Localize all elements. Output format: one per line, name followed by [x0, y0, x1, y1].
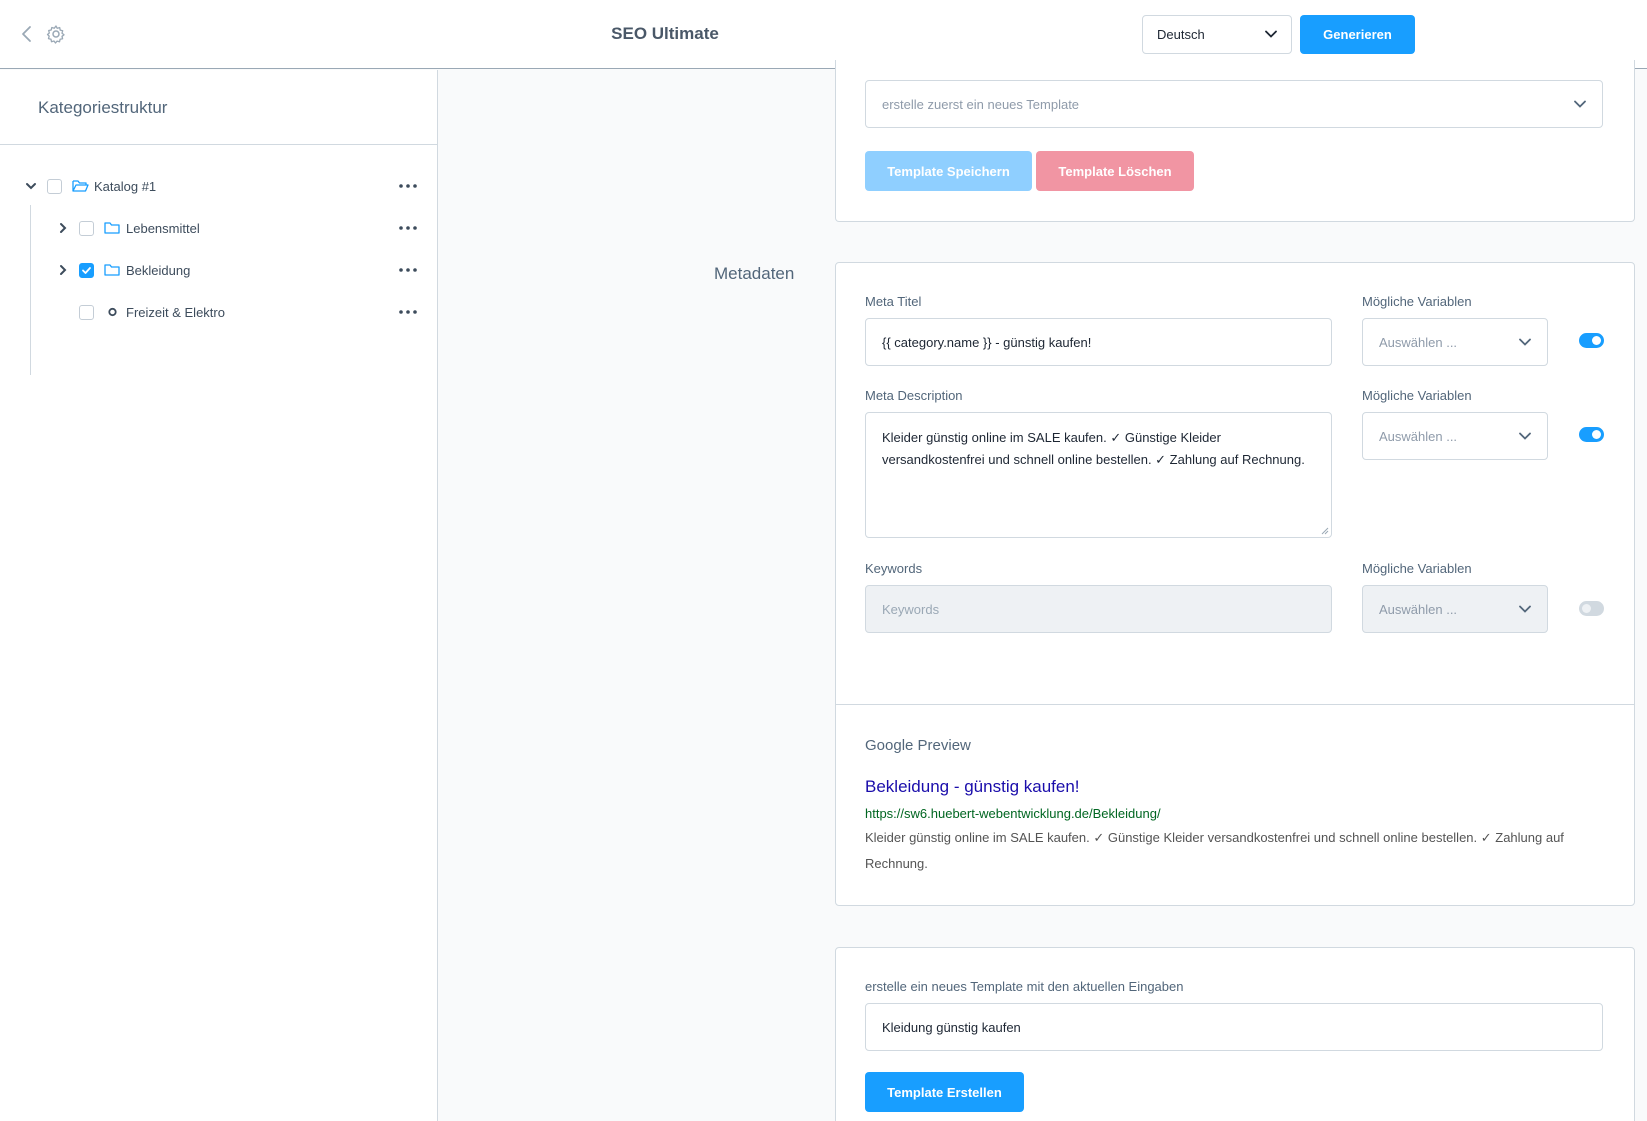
resize-handle-icon[interactable] — [1321, 527, 1329, 535]
card-divider — [836, 704, 1634, 705]
new-template-name-input[interactable]: Kleidung günstig kaufen — [865, 1003, 1603, 1051]
page-title: SEO Ultimate — [611, 24, 719, 43]
generate-button[interactable]: Generieren — [1300, 15, 1415, 54]
meta-title-input[interactable]: {{ category.name }} - günstig kaufen! — [865, 318, 1332, 366]
category-sidebar: Kategoriestruktur Katalog #1 Lebensmitte… — [0, 70, 438, 1121]
google-preview-description: Kleider günstig online im SALE kaufen. ✓… — [865, 830, 1564, 871]
tree-item-katalog[interactable]: Katalog #1 — [0, 165, 437, 207]
keywords-label: Keywords — [865, 561, 923, 576]
sidebar-title: Kategoriestruktur — [0, 70, 437, 145]
tree-item-freizeit-elektro[interactable]: Freizeit & Elektro — [0, 291, 437, 333]
chevron-down-icon — [1265, 30, 1277, 38]
top-bar: SEO Ultimate Deutsch Generieren — [0, 0, 1647, 69]
checkmark-icon — [82, 266, 91, 274]
more-options-icon[interactable] — [396, 265, 420, 275]
template-delete-button[interactable]: Template Löschen — [1036, 151, 1194, 191]
meta-description-line: versandkostenfrei und schnell online bes… — [882, 452, 1305, 467]
language-select[interactable]: Deutsch — [1142, 15, 1292, 54]
template-create-button[interactable]: Template Erstellen — [865, 1072, 1024, 1112]
meta-description-textarea[interactable]: Kleider günstig online im SALE kaufen. ✓… — [865, 412, 1332, 538]
chevron-down-icon — [1519, 338, 1531, 346]
tree-item-label: Freizeit & Elektro — [126, 304, 225, 320]
variables-select-placeholder: Auswählen ... — [1379, 428, 1458, 444]
folder-icon — [104, 222, 120, 234]
chevron-down-icon — [1519, 605, 1531, 613]
google-preview-label: Google Preview — [865, 737, 971, 754]
google-preview-title: Bekleidung - günstig kaufen! — [865, 777, 1080, 796]
chevron-down-icon — [1574, 100, 1586, 108]
tree-checkbox[interactable] — [47, 178, 62, 194]
more-options-icon[interactable] — [396, 223, 420, 233]
folder-open-icon — [72, 180, 89, 192]
meta-description-label: Meta Description — [865, 388, 963, 403]
chevron-down-icon — [1519, 432, 1531, 440]
section-label-metadaten: Metadaten — [714, 264, 795, 283]
metadata-card: Meta Titel {{ category.name }} - günstig… — [835, 262, 1635, 906]
category-tree: Katalog #1 Lebensmittel Bekleidung Freiz… — [0, 145, 437, 375]
template-card: erstelle zuerst ein neues Template Templ… — [835, 60, 1635, 222]
new-template-label: erstelle ein neues Template mit den aktu… — [865, 979, 1184, 994]
meta-title-value: {{ category.name }} - günstig kaufen! — [882, 334, 1092, 350]
leaf-node-icon — [108, 307, 117, 317]
tree-item-label: Lebensmittel — [126, 220, 200, 236]
meta-description-variables-select[interactable]: Auswählen ... — [1362, 412, 1548, 460]
new-template-name-value: Kleidung günstig kaufen — [882, 1019, 1021, 1035]
meta-description-line: Kleider günstig online im SALE kaufen. ✓… — [882, 430, 1221, 445]
meta-title-variables-select[interactable]: Auswählen ... — [1362, 318, 1548, 366]
chevron-down-icon[interactable] — [25, 180, 37, 192]
more-options-icon[interactable] — [396, 307, 420, 317]
new-template-card: erstelle ein neues Template mit den aktu… — [835, 947, 1635, 1121]
variables-label: Mögliche Variablen — [1362, 294, 1472, 309]
back-arrow-icon[interactable] — [18, 24, 36, 44]
keywords-input[interactable]: Keywords — [865, 585, 1332, 633]
tree-item-bekleidung[interactable]: Bekleidung — [0, 249, 437, 291]
meta-title-toggle[interactable] — [1579, 333, 1604, 348]
language-select-value: Deutsch — [1157, 27, 1205, 42]
tree-item-label: Bekleidung — [126, 262, 191, 278]
variables-label: Mögliche Variablen — [1362, 561, 1472, 576]
variables-select-placeholder: Auswählen ... — [1379, 601, 1458, 617]
tree-checkbox-checked[interactable] — [79, 262, 94, 278]
tree-checkbox[interactable] — [79, 304, 94, 320]
more-options-icon[interactable] — [396, 181, 420, 191]
meta-description-toggle[interactable] — [1579, 427, 1604, 442]
chevron-right-icon[interactable] — [57, 222, 69, 234]
template-select[interactable]: erstelle zuerst ein neues Template — [865, 80, 1603, 128]
template-save-button[interactable]: Template Speichern — [865, 151, 1032, 191]
google-preview-url: https://sw6.huebert-webentwicklung.de/Be… — [865, 806, 1161, 821]
template-select-placeholder: erstelle zuerst ein neues Template — [882, 96, 1080, 112]
tree-item-lebensmittel[interactable]: Lebensmittel — [0, 207, 437, 249]
folder-icon — [104, 264, 120, 276]
keywords-toggle[interactable] — [1579, 601, 1604, 616]
keywords-variables-select[interactable]: Auswählen ... — [1362, 585, 1548, 633]
variables-select-placeholder: Auswählen ... — [1379, 334, 1458, 350]
keywords-placeholder: Keywords — [882, 601, 940, 617]
tree-item-label: Katalog #1 — [94, 178, 157, 194]
chevron-right-icon[interactable] — [57, 264, 69, 276]
tree-checkbox[interactable] — [79, 220, 94, 236]
gear-icon[interactable] — [46, 24, 66, 44]
variables-label: Mögliche Variablen — [1362, 388, 1472, 403]
meta-title-label: Meta Titel — [865, 294, 922, 309]
